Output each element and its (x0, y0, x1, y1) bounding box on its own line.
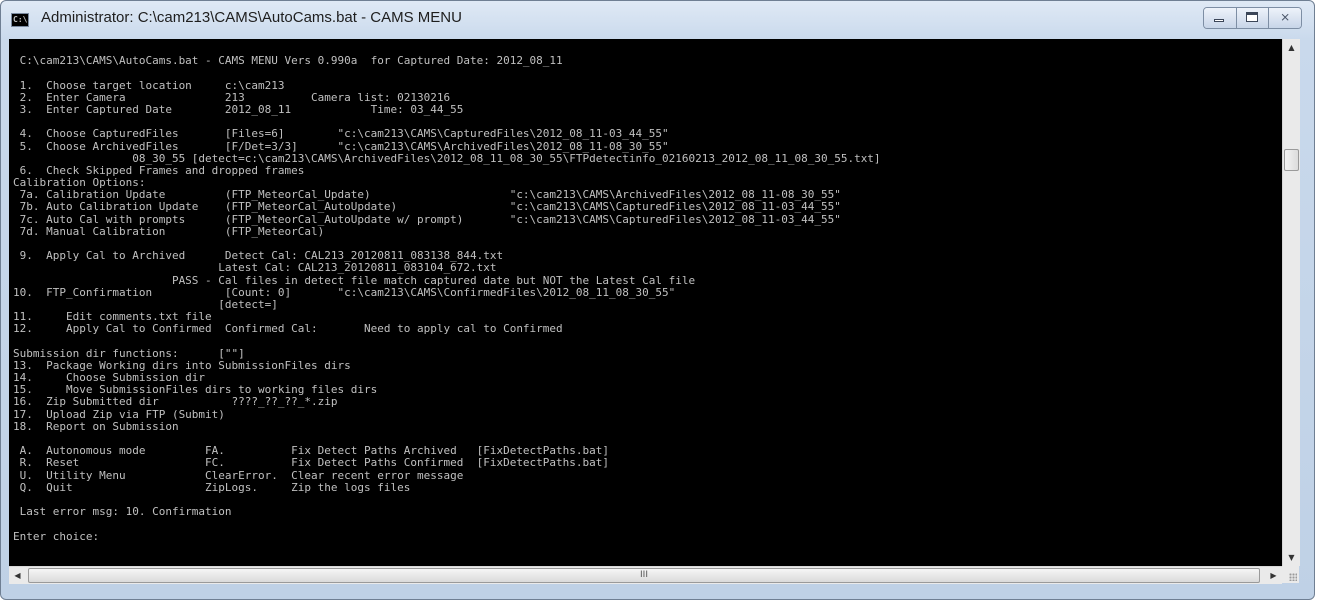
console-line: 7d. Manual Calibration (FTP_MeteorCal) (13, 224, 325, 238)
console-line: 16. Zip Submitted dir ????_??_??_*.zip (13, 395, 338, 409)
console-line: C:\cam213\CAMS\AutoCams.bat - CAMS MENU … (13, 54, 563, 68)
maximize-icon (1245, 12, 1258, 22)
console-line: Last error msg: 10. Confirmation (13, 505, 232, 519)
console-line: 5. Choose ArchivedFiles [F/Det=3/3] "c:\… (13, 139, 669, 153)
console-line: 3. Enter Captured Date 2012_08_11 Time: … (13, 102, 464, 116)
title-bar[interactable]: C:\ Administrator: C:\cam213\CAMS\AutoCa… (1, 1, 1314, 39)
horizontal-scrollbar[interactable]: ◀ III ▶ (9, 566, 1282, 584)
close-icon: ⨯ (1280, 10, 1291, 24)
console-line: PASS - Cal files in detect file match ca… (13, 273, 696, 287)
scroll-left-icon[interactable]: ◀ (9, 567, 26, 584)
console-line: 1. Choose target location c:\cam213 (13, 78, 285, 92)
vertical-scrollbar[interactable]: ▲ ▼ (1282, 39, 1300, 566)
scroll-right-icon[interactable]: ▶ (1265, 567, 1282, 584)
resize-corner[interactable] (1282, 566, 1299, 583)
console-text: C:\cam213\CAMS\AutoCams.bat - CAMS MENU … (13, 43, 881, 543)
console-line: 7b. Auto Calibration Update (FTP_MeteorC… (13, 200, 841, 214)
console-line: R. Reset FC. Fix Detect Paths Confirmed … (13, 456, 610, 470)
console-line: Latest Cal: CAL213_20120811_083104_672.t… (13, 261, 497, 275)
minimize-icon (1214, 19, 1224, 22)
console-output[interactable]: C:\cam213\CAMS\AutoCams.bat - CAMS MENU … (9, 39, 1282, 566)
scroll-down-icon[interactable]: ▼ (1283, 549, 1300, 566)
console-line: Enter choice: (13, 529, 100, 543)
minimize-button[interactable] (1204, 8, 1237, 28)
maximize-button[interactable] (1236, 8, 1270, 28)
console-line: 17. Upload Zip via FTP (Submit) (13, 407, 225, 421)
vertical-scroll-thumb[interactable] (1284, 149, 1299, 171)
console-line: U. Utility Menu ClearError. Clear recent… (13, 468, 464, 482)
close-button[interactable]: ⨯ (1269, 8, 1301, 28)
console-line: 4. Choose CapturedFiles [Files=6] "c:\ca… (13, 127, 669, 141)
horizontal-scroll-thumb[interactable]: III (28, 568, 1260, 583)
command-prompt-icon[interactable]: C:\ (11, 13, 29, 27)
console-line: 7c. Auto Cal with prompts (FTP_MeteorCal… (13, 212, 841, 226)
scroll-up-icon[interactable]: ▲ (1283, 39, 1300, 56)
window-title: Administrator: C:\cam213\CAMS\AutoCams.b… (41, 9, 462, 26)
console-line: Q. Quit ZipLogs. Zip the logs files (13, 480, 411, 494)
window-controls: ⨯ (1203, 7, 1302, 29)
console-line: 12. Apply Cal to Confirmed Confirmed Cal… (13, 322, 563, 336)
console-line: 18. Report on Submission (13, 419, 179, 433)
resize-grip-icon[interactable] (1289, 573, 1297, 581)
console-window: C:\ Administrator: C:\cam213\CAMS\AutoCa… (0, 0, 1315, 600)
